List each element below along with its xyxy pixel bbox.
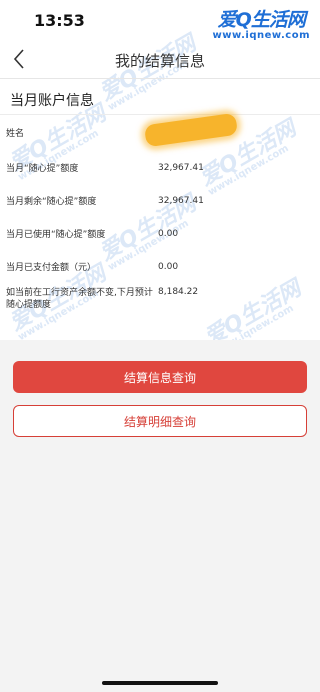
divider — [0, 114, 320, 115]
row-label: 当月已使用“随心提”额度 — [6, 230, 106, 240]
row-value: 0.00 — [158, 262, 179, 272]
settlement-detail-query-button[interactable]: 结算明细查询 — [13, 405, 307, 437]
home-indicator — [102, 681, 218, 685]
settlement-info-query-button[interactable]: 结算信息查询 — [13, 361, 307, 393]
row-value: 32,967.41 — [158, 163, 204, 173]
row-label: 姓名 — [6, 129, 25, 139]
info-row-monthly-quota: 当月“随心提”额度 32,967.41 — [0, 163, 320, 193]
info-row-next-month-estimate: 如当前在工行资产余额不变,下月预计随心提额度 8,184.22 — [0, 287, 320, 321]
row-label: 当月已支付金额（元） — [6, 263, 97, 273]
info-row-remaining-quota: 当月剩余“随心提”额度 32,967.41 — [0, 196, 320, 226]
section-title: 当月账户信息 — [10, 93, 94, 109]
info-row-used-quota: 当月已使用“随心提”额度 0.00 — [0, 229, 320, 259]
row-label: 如当前在工行资产余额不变,下月预计随心提额度 — [6, 288, 153, 310]
site-logo: 爱Q生活网 www.iqnew.com — [213, 5, 310, 41]
logo-name: 爱Q生活网 — [217, 9, 306, 31]
row-label: 当月剩余“随心提”额度 — [6, 197, 97, 207]
page-title: 我的结算信息 — [114, 52, 205, 70]
status-bar: 13:53 爱Q生活网 www.iqnew.com — [0, 0, 320, 41]
row-value: 0.00 — [158, 229, 179, 239]
status-time: 13:53 — [34, 11, 85, 30]
nav-bar: 我的结算信息 — [0, 40, 320, 79]
row-label: 当月“随心提”额度 — [6, 164, 79, 174]
row-value: 8,184.22 — [158, 287, 199, 297]
row-value: 32,967.41 — [158, 196, 204, 206]
